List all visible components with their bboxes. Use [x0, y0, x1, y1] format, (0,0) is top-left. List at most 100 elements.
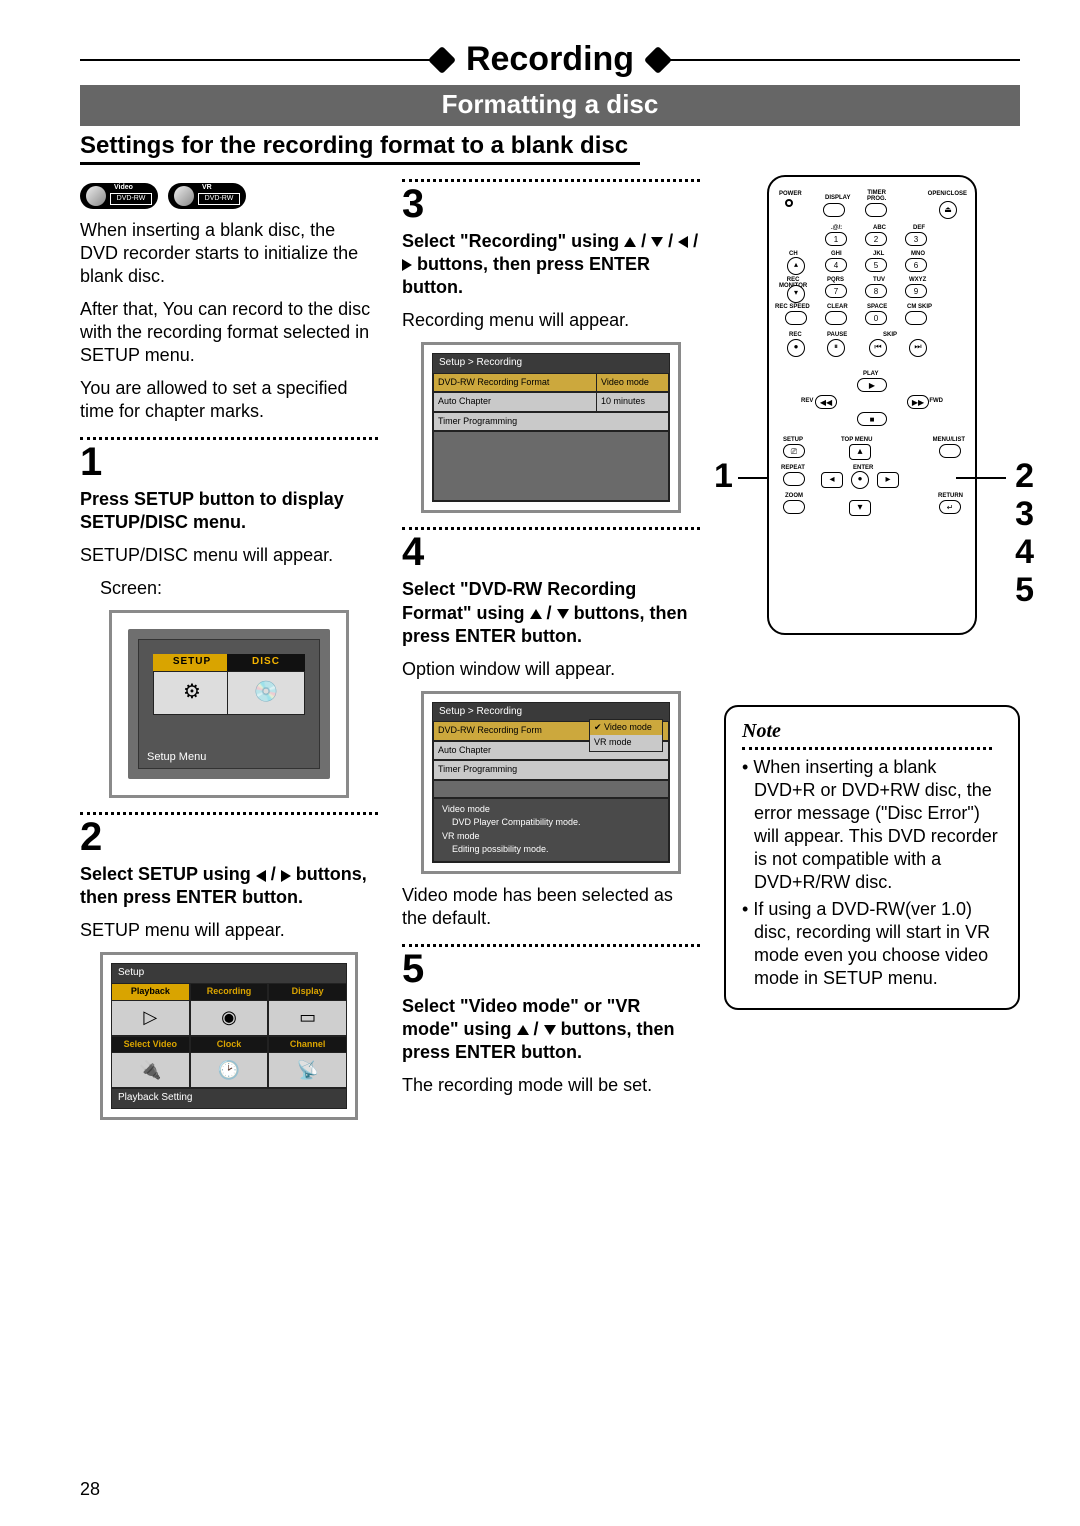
step3-screen-inner: Setup > Recording DVD-RW Recording Forma… — [432, 353, 670, 502]
btn-dpad-up[interactable]: ▴ — [849, 444, 871, 460]
lbl-ghi: GHI — [831, 251, 842, 257]
btn-repeat[interactable] — [783, 472, 805, 486]
lbl-zoom: ZOOM — [785, 493, 803, 499]
up-triangle-icon — [530, 609, 542, 619]
intro-p2: After that, You can record to the disc w… — [80, 298, 378, 367]
tv-tile-disc-icon: 💿 — [227, 671, 305, 715]
step1-number: 1 — [80, 442, 378, 482]
opt-desc-vr-sub: Editing possibility mode. — [442, 843, 660, 857]
note-list: When inserting a blank DVD+R or DVD+RW d… — [742, 756, 1002, 990]
right-triangle-icon — [402, 259, 412, 271]
ornament-left — [80, 59, 442, 61]
plug-icon: 🔌 — [111, 1053, 190, 1088]
lbl-repeat: REPEAT — [781, 465, 805, 471]
btn-cmskip[interactable] — [905, 311, 927, 325]
callout-right-line — [956, 477, 1006, 479]
btn-dpad-right[interactable]: ▸ — [877, 472, 899, 488]
recording-row-timer: Timer Programming — [433, 412, 669, 432]
opt-row-timer: Timer Programming — [433, 760, 669, 780]
btn-9[interactable]: 9 — [905, 284, 927, 298]
menu-tile-playback: Playback▷ — [111, 983, 190, 1036]
down-triangle-icon — [544, 1025, 556, 1035]
btn-play[interactable]: ▶ — [857, 378, 887, 392]
lbl-abc: ABC — [873, 225, 886, 231]
note-title: Note — [742, 719, 1002, 745]
btn-6[interactable]: 6 — [905, 258, 927, 272]
btn-display[interactable] — [823, 203, 845, 217]
recording-row-autochapter-label: Auto Chapter — [433, 392, 597, 412]
option-popup-vr: VR mode — [590, 735, 662, 751]
lbl-setup: SETUP — [783, 437, 803, 443]
badge-video-text: DVD-RW — [110, 193, 152, 205]
btn-pause[interactable]: ⏸ — [827, 339, 845, 357]
btn-rec[interactable]: ● — [787, 339, 805, 357]
btn-2[interactable]: 2 — [865, 232, 887, 246]
btn-clear[interactable] — [825, 311, 847, 325]
btn-rev[interactable]: ◀◀ — [815, 395, 837, 409]
btn-0[interactable]: 0 — [865, 311, 887, 325]
opt-desc-video: Video mode — [442, 803, 660, 817]
btn-ch-up[interactable]: ▴ — [787, 257, 805, 275]
step4-screen: Setup > Recording DVD-RW Recording Form … — [421, 691, 681, 874]
option-popup-video-label: Video mode — [604, 722, 652, 732]
btn-skip-back[interactable]: ⏮ — [869, 339, 887, 357]
step5-result: The recording mode will be set. — [402, 1074, 700, 1097]
note-item-1: When inserting a blank DVD+R or DVD+RW d… — [742, 756, 1002, 894]
intro-p1: When inserting a blank disc, the DVD rec… — [80, 219, 378, 288]
btn-7[interactable]: 7 — [825, 284, 847, 298]
down-triangle-icon — [557, 609, 569, 619]
btn-timerprog[interactable] — [865, 203, 887, 217]
left-triangle-icon — [256, 870, 266, 882]
step1-instruction: Press SETUP button to display SETUP/DISC… — [80, 488, 378, 534]
down-triangle-icon — [651, 237, 663, 247]
btn-3[interactable]: 3 — [905, 232, 927, 246]
btn-zoom[interactable] — [783, 500, 805, 514]
step3-instruction-a: Select "Recording" using — [402, 231, 624, 251]
left-triangle-icon — [678, 236, 688, 248]
btn-fwd[interactable]: ▶▶ — [907, 395, 929, 409]
step3-instruction: Select "Recording" using / / / buttons, … — [402, 230, 700, 299]
btn-return[interactable]: ↵ — [939, 500, 961, 514]
lbl-skip: SKIP — [883, 332, 897, 338]
btn-dpad-down[interactable]: ▾ — [849, 500, 871, 516]
btn-dpad-left[interactable]: ◂ — [821, 472, 843, 488]
btn-enter[interactable]: ● — [851, 471, 869, 489]
step3-instruction-b: buttons, then press ENTER button. — [402, 254, 650, 297]
opt-menu-space — [433, 780, 669, 798]
btn-8[interactable]: 8 — [865, 284, 887, 298]
callout-5: 5 — [1015, 571, 1034, 610]
step4-number: 4 — [402, 532, 700, 572]
step4-screen-inner: Setup > Recording DVD-RW Recording Form … — [432, 702, 670, 863]
btn-4[interactable]: 4 — [825, 258, 847, 272]
step3-result: Recording menu will appear. — [402, 309, 700, 332]
btn-setup[interactable]: ⎚ — [783, 444, 805, 458]
btn-openclose[interactable]: ⏏ — [939, 201, 957, 219]
btn-menulist[interactable] — [939, 444, 961, 458]
btn-power[interactable] — [785, 199, 793, 207]
badge-vr: VR DVD-RW — [168, 183, 246, 209]
display-icon: ▭ — [268, 1001, 347, 1036]
lbl-jkl: JKL — [873, 251, 884, 257]
btn-skip-fwd[interactable]: ⏭ — [909, 339, 927, 357]
option-popup-video: ✔ Video mode — [590, 720, 662, 736]
step2-instruction-a: Select SETUP using — [80, 864, 256, 884]
menu-tile-channel: Channel📡 — [268, 1036, 347, 1089]
opt-row-timer-label: Timer Programming — [433, 760, 669, 780]
btn-ch-down[interactable]: ▾ — [787, 285, 805, 303]
step4-result: Option window will appear. — [402, 658, 700, 681]
note-box: Note When inserting a blank DVD+R or DVD… — [724, 705, 1020, 1010]
note-item-2: If using a DVD-RW(ver 1.0) disc, recordi… — [742, 898, 1002, 990]
btn-1[interactable]: 1 — [825, 232, 847, 246]
btn-stop[interactable]: ■ — [857, 412, 887, 426]
btn-5[interactable]: 5 — [865, 258, 887, 272]
step3-screen: Setup > Recording DVD-RW Recording Forma… — [421, 342, 681, 513]
opt-desc-vr: VR mode — [442, 830, 660, 844]
section-bar: Formatting a disc — [80, 85, 1020, 126]
badge-video-top: Video — [114, 184, 133, 193]
step2-screen: Setup Playback▷ Recording◉ Display▭ Sele… — [100, 952, 358, 1120]
tv-frame: SETUP ⚙ DISC 💿 Setup Menu — [128, 629, 330, 779]
tv-tile-setup: SETUP ⚙ — [153, 654, 231, 715]
btn-recspeed[interactable] — [785, 311, 807, 325]
antenna-icon: 📡 — [268, 1053, 347, 1088]
option-descriptions: Video mode DVD Player Compatibility mode… — [433, 798, 669, 862]
